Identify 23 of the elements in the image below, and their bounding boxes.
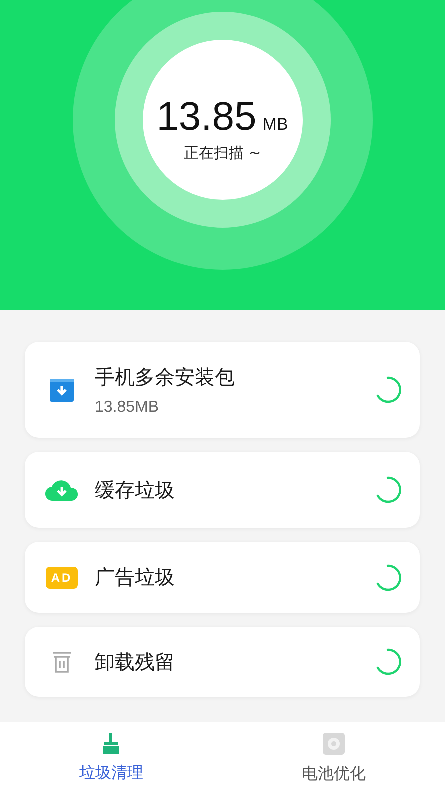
category-title: 卸载残留	[95, 648, 176, 676]
junk-category-card[interactable]: AD 广告垃圾	[25, 542, 420, 613]
loading-spinner-icon	[374, 648, 402, 676]
download-box-icon	[49, 377, 75, 403]
nav-tab[interactable]: 电池优化	[222, 722, 445, 795]
category-size: 13.85MB	[95, 398, 160, 416]
size-unit: MB	[262, 115, 288, 135]
loading-spinner-icon	[374, 564, 402, 592]
loading-spinner-icon	[374, 476, 402, 504]
broom-icon	[101, 733, 122, 755]
category-title: 广告垃圾	[95, 564, 176, 591]
category-title: 手机多余安装包	[95, 364, 236, 390]
trash-icon	[51, 650, 73, 674]
scan-size: 13.85	[156, 95, 257, 140]
cloud-download-icon	[45, 478, 79, 502]
ad-badge: AD	[46, 566, 78, 588]
category-title: 缓存垃圾	[95, 476, 176, 504]
nav-tab[interactable]: 垃圾清理	[0, 722, 222, 795]
junk-category-card[interactable]: 缓存垃圾	[25, 452, 420, 528]
loading-spinner-icon	[374, 376, 402, 404]
junk-category-card[interactable]: 卸载残留	[25, 627, 420, 697]
scan-status: 正在扫描 ~	[184, 144, 262, 163]
junk-category-card[interactable]: 手机多余安装包 13.85MB	[25, 342, 420, 438]
